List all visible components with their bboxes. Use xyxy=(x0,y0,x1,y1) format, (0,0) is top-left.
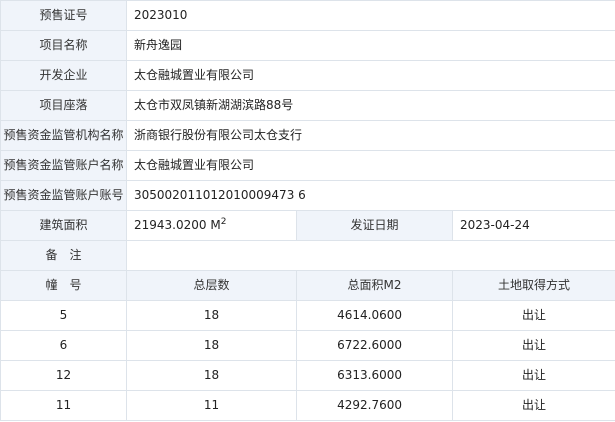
building-area-number: 21943.0200 M xyxy=(134,218,221,232)
land-acquisition-cell: 出让 xyxy=(452,330,615,361)
table-row: 11 11 4292.7600 出让 xyxy=(0,390,615,421)
table-row: 6 18 6722.6000 出让 xyxy=(0,330,615,361)
account-name-label: 预售资金监管账户名称 xyxy=(0,150,127,181)
permit-no-label: 预售证号 xyxy=(0,0,127,31)
info-row-location: 项目座落 太仓市双凤镇新湖湖滨路88号 xyxy=(0,90,615,121)
info-row-project-name: 项目名称 新舟逸园 xyxy=(0,30,615,61)
floors-header: 总层数 xyxy=(126,270,297,301)
remark-value xyxy=(126,240,615,271)
land-acquisition-cell: 出让 xyxy=(452,360,615,391)
permit-no-value: 2023010 xyxy=(126,0,615,31)
remark-label: 备 注 xyxy=(0,240,127,271)
total-area-cell: 6722.6000 xyxy=(296,330,453,361)
permit-table: 预售证号 2023010 项目名称 新舟逸园 开发企业 太仓融城置业有限公司 项… xyxy=(0,0,615,421)
table-row: 5 18 4614.0600 出让 xyxy=(0,300,615,331)
supervising-bank-value: 浙商银行股份有限公司太仓支行 xyxy=(126,120,615,151)
project-name-value: 新舟逸园 xyxy=(126,30,615,61)
building-no-cell: 12 xyxy=(0,360,127,391)
account-name-value: 太仓融城置业有限公司 xyxy=(126,150,615,181)
info-row-area-date: 建筑面积 21943.0200 M2 发证日期 2023-04-24 xyxy=(0,210,615,241)
info-row-account-name: 预售资金监管账户名称 太仓融城置业有限公司 xyxy=(0,150,615,181)
building-area-label: 建筑面积 xyxy=(0,210,127,241)
land-acquisition-cell: 出让 xyxy=(452,300,615,331)
issue-date-value: 2023-04-24 xyxy=(452,210,615,241)
building-no-cell: 5 xyxy=(0,300,127,331)
supervising-bank-label: 预售资金监管机构名称 xyxy=(0,120,127,151)
info-row-permit-no: 预售证号 2023010 xyxy=(0,0,615,31)
permit-detail-sheet: { "info_rows": [ {"label": "预售证号", "valu… xyxy=(0,0,615,422)
building-no-cell: 11 xyxy=(0,390,127,421)
floors-cell: 18 xyxy=(126,300,297,331)
land-acquisition-header: 土地取得方式 xyxy=(452,270,615,301)
area-unit-superscript: 2 xyxy=(220,217,227,227)
developer-value: 太仓融城置业有限公司 xyxy=(126,60,615,91)
location-label: 项目座落 xyxy=(0,90,127,121)
total-area-cell: 4292.7600 xyxy=(296,390,453,421)
floors-cell: 18 xyxy=(126,330,297,361)
info-row-developer: 开发企业 太仓融城置业有限公司 xyxy=(0,60,615,91)
account-number-label: 预售资金监管账户账号 xyxy=(0,180,127,211)
floors-cell: 18 xyxy=(126,360,297,391)
info-row-account-number: 预售资金监管账户账号 305002011012010009473 6 xyxy=(0,180,615,211)
total-area-cell: 4614.0600 xyxy=(296,300,453,331)
total-area-header: 总面积M2 xyxy=(296,270,453,301)
floors-cell: 11 xyxy=(126,390,297,421)
issue-date-label: 发证日期 xyxy=(296,210,453,241)
total-area-cell: 6313.6000 xyxy=(296,360,453,391)
account-number-value: 305002011012010009473 6 xyxy=(126,180,615,211)
developer-label: 开发企业 xyxy=(0,60,127,91)
info-row-remark: 备 注 xyxy=(0,240,615,271)
building-no-header: 幢 号 xyxy=(0,270,127,301)
table-row: 12 18 6313.6000 出让 xyxy=(0,360,615,391)
building-area-value: 21943.0200 M2 xyxy=(126,210,297,241)
land-acquisition-cell: 出让 xyxy=(452,390,615,421)
project-name-label: 项目名称 xyxy=(0,30,127,61)
location-value: 太仓市双凤镇新湖湖滨路88号 xyxy=(126,90,615,121)
building-header-row: 幢 号 总层数 总面积M2 土地取得方式 xyxy=(0,270,615,301)
info-row-supervising-bank: 预售资金监管机构名称 浙商银行股份有限公司太仓支行 xyxy=(0,120,615,151)
building-no-cell: 6 xyxy=(0,330,127,361)
